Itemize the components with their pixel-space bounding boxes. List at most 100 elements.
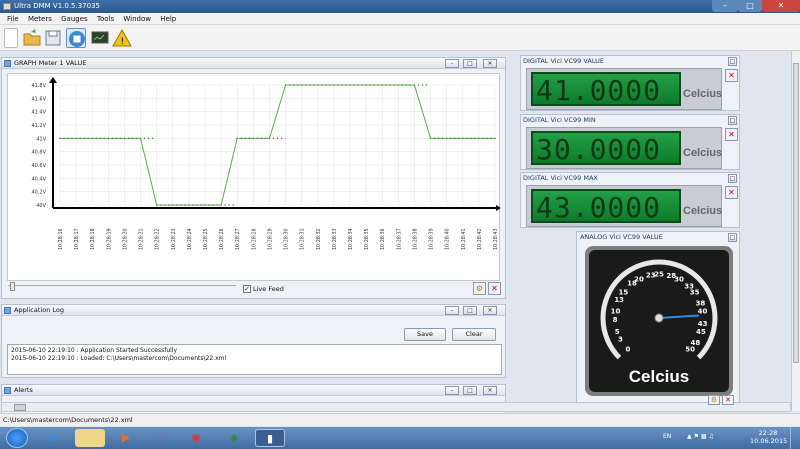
panel-close-button[interactable]: □ xyxy=(728,174,737,183)
chrome-icon[interactable]: ◉ xyxy=(181,429,211,447)
menu-gauges[interactable]: Gauges xyxy=(61,13,88,25)
panel-minimize-button[interactable]: – xyxy=(445,306,459,315)
language-indicator[interactable]: EN xyxy=(663,433,671,440)
tray-icons[interactable]: ▲⚑▩♫ xyxy=(687,433,716,440)
gauge-tick-label: 25 xyxy=(654,271,664,279)
explorer-icon[interactable] xyxy=(75,429,105,447)
remove-icon[interactable]: ✕ xyxy=(725,186,738,199)
y-tick-label: 41.6V xyxy=(31,96,46,102)
y-tick-label: 40.8V xyxy=(31,150,46,156)
network-app-icon[interactable]: ◈ xyxy=(219,429,249,447)
log-clear-button[interactable]: Clear xyxy=(452,328,496,341)
log-textarea[interactable]: 2015-06-10 22:19:10 : Application Starte… xyxy=(7,344,502,375)
data-point xyxy=(167,204,170,206)
panel-close-button[interactable]: □ xyxy=(728,116,737,125)
log-save-button[interactable]: Save xyxy=(404,328,446,341)
start-button[interactable] xyxy=(6,428,28,448)
horizontal-scrollbar[interactable] xyxy=(1,402,791,412)
digital-value-panel: DIGITAL Vici VC99 VALUE □ 41.0000 Celciu… xyxy=(520,55,740,111)
data-point xyxy=(232,204,234,206)
data-point xyxy=(449,137,452,140)
data-point xyxy=(111,137,114,140)
data-point xyxy=(333,84,335,86)
media-player-icon[interactable]: ▶ xyxy=(111,429,141,447)
data-point xyxy=(461,137,464,140)
gauge-tick-label: 35 xyxy=(690,289,700,297)
show-desktop-button[interactable] xyxy=(790,427,800,449)
menu-file[interactable]: File xyxy=(7,13,19,25)
x-tick-label: 10:28:34 xyxy=(348,228,354,250)
x-tick-label: 10:28:25 xyxy=(203,228,209,250)
data-point xyxy=(192,204,194,206)
data-point xyxy=(176,204,178,206)
menu-meters[interactable]: Meters xyxy=(28,13,52,25)
panel-close-button[interactable]: ✕ xyxy=(483,306,497,315)
data-point xyxy=(91,137,94,140)
scroll-thumb[interactable] xyxy=(793,63,799,363)
remove-icon[interactable]: ✕ xyxy=(725,128,738,141)
panel-restore-button[interactable]: □ xyxy=(463,306,477,315)
log-line: 2015-06-10 22:19:10 : Loaded: C:\Users\m… xyxy=(11,355,227,362)
panel-close-button[interactable]: ✕ xyxy=(483,386,497,395)
graph-title: GRAPH Meter 1 VALUE xyxy=(14,59,87,67)
menu-window[interactable]: Window xyxy=(123,13,151,25)
ultra-dmm-task-icon[interactable]: ▮ xyxy=(255,429,285,447)
settings-icon[interactable]: ⚙ xyxy=(473,282,486,295)
panel-restore-button[interactable]: □ xyxy=(463,59,477,68)
visual-studio-icon[interactable]: ∞ xyxy=(145,429,175,447)
data-point xyxy=(429,137,432,140)
monitor-icon[interactable] xyxy=(90,28,110,48)
data-point xyxy=(377,84,379,86)
log-panel: Application Log – □ ✕ Save Clear 2015-06… xyxy=(1,304,506,378)
panel-minimize-button[interactable]: – xyxy=(445,386,459,395)
x-tick-label: 10:28:18 xyxy=(90,228,96,250)
y-tick-label: 41.2V xyxy=(31,123,46,129)
minimize-button[interactable]: – xyxy=(712,0,738,12)
gauge-tick-label: 20 xyxy=(634,275,644,283)
panel-minimize-button[interactable]: – xyxy=(445,59,459,68)
close-button[interactable]: ✕ xyxy=(762,0,800,12)
warning-icon[interactable]: ! xyxy=(112,28,132,48)
menu-help[interactable]: Help xyxy=(160,13,176,25)
panel-close-button[interactable]: □ xyxy=(728,57,737,66)
menu-tools[interactable]: Tools xyxy=(97,13,114,25)
clock[interactable]: 22:28 10.06.2015 xyxy=(750,429,787,445)
data-point xyxy=(369,84,371,86)
zoom-slider-thumb[interactable] xyxy=(10,282,15,291)
scroll-thumb[interactable] xyxy=(14,404,26,411)
y-axis-arrow xyxy=(49,77,57,83)
panel-restore-button[interactable]: □ xyxy=(463,386,477,395)
digital-min-panel: DIGITAL Vici VC99 MIN □ 30.0000 Celcius … xyxy=(520,114,740,170)
remove-icon[interactable]: ✕ xyxy=(488,282,501,295)
new-icon[interactable] xyxy=(4,28,18,48)
ie-icon[interactable]: e xyxy=(38,429,68,447)
data-point xyxy=(139,137,142,140)
data-point xyxy=(87,137,89,140)
y-tick-label: 40.6V xyxy=(31,163,46,169)
stop-icon[interactable] xyxy=(66,28,86,48)
data-point xyxy=(397,84,400,86)
x-tick-label: 10:28:31 xyxy=(300,228,306,250)
panel-icon xyxy=(4,60,11,67)
panel-close-button[interactable]: □ xyxy=(728,233,737,242)
live-feed-checkbox[interactable]: ✓ xyxy=(243,285,251,293)
open-icon[interactable] xyxy=(22,28,42,48)
maximize-button[interactable]: □ xyxy=(738,0,762,12)
y-tick-label: 40.2V xyxy=(31,190,46,196)
gauge-tick-label: 13 xyxy=(614,296,624,304)
x-tick-label: 10:28:38 xyxy=(412,228,418,250)
data-point xyxy=(268,137,271,140)
settings-icon[interactable]: ⚙ xyxy=(708,395,720,405)
data-point xyxy=(393,84,396,86)
data-point xyxy=(107,137,110,140)
lcd-unit: Celcius xyxy=(683,88,723,100)
remove-icon[interactable]: ✕ xyxy=(725,69,738,82)
zoom-track[interactable] xyxy=(8,285,236,291)
remove-icon[interactable]: ✕ xyxy=(722,395,734,405)
panel-close-button[interactable]: ✕ xyxy=(483,59,497,68)
save-icon[interactable] xyxy=(43,28,63,48)
data-point xyxy=(321,84,323,86)
gauge-tick-label: 15 xyxy=(619,289,629,297)
data-point xyxy=(304,84,307,86)
vertical-scrollbar[interactable] xyxy=(791,51,800,411)
